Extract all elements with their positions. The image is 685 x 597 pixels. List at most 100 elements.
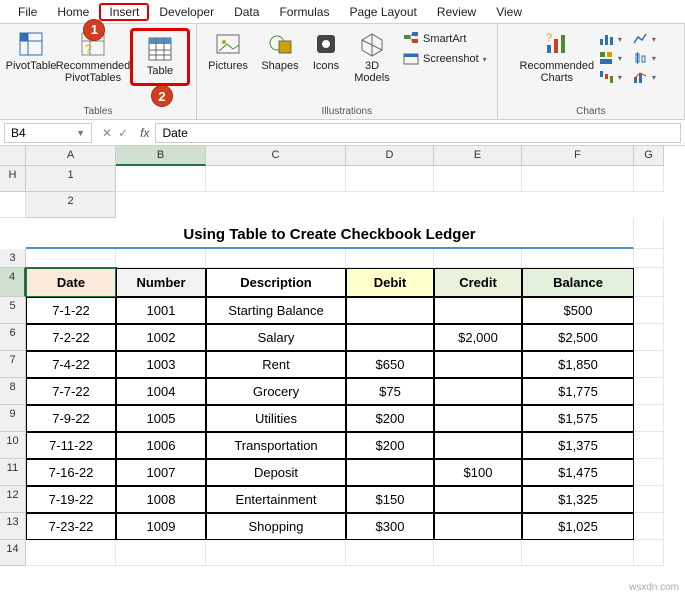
header-description[interactable]: Description bbox=[206, 268, 346, 297]
row-header-5[interactable]: 5 bbox=[0, 297, 26, 324]
cell-date[interactable]: 7-19-22 bbox=[26, 486, 116, 513]
cell-date[interactable]: 7-1-22 bbox=[26, 297, 116, 324]
cell-description[interactable]: Shopping bbox=[206, 513, 346, 540]
col-header-G[interactable]: G bbox=[634, 146, 664, 166]
cell[interactable] bbox=[634, 459, 664, 486]
cell-date[interactable]: 7-9-22 bbox=[26, 405, 116, 432]
col-header-C[interactable]: C bbox=[206, 146, 346, 166]
cell-credit[interactable] bbox=[434, 405, 522, 432]
cell-number[interactable]: 1007 bbox=[116, 459, 206, 486]
cell[interactable] bbox=[522, 166, 634, 192]
line-chart-button[interactable]: ▾ bbox=[628, 30, 660, 48]
cell[interactable] bbox=[522, 249, 634, 268]
smartart-button[interactable]: SmartArt bbox=[399, 30, 491, 48]
cell[interactable] bbox=[634, 540, 664, 566]
col-header-F[interactable]: F bbox=[522, 146, 634, 166]
waterfall-chart-button[interactable]: ▾ bbox=[594, 68, 626, 86]
cell[interactable] bbox=[346, 540, 434, 566]
header-date[interactable]: Date bbox=[26, 268, 116, 297]
cell-number[interactable]: 1004 bbox=[116, 378, 206, 405]
cell-balance[interactable]: $2,500 bbox=[522, 324, 634, 351]
pivot-table-button[interactable]: PivotTable bbox=[6, 28, 56, 86]
cell-credit[interactable] bbox=[434, 297, 522, 324]
cell-credit[interactable] bbox=[434, 486, 522, 513]
cell[interactable] bbox=[26, 540, 116, 566]
row-header-13[interactable]: 13 bbox=[0, 513, 26, 540]
cell[interactable] bbox=[634, 351, 664, 378]
cell[interactable] bbox=[522, 540, 634, 566]
cell-number[interactable]: 1001 bbox=[116, 297, 206, 324]
cell[interactable] bbox=[634, 249, 664, 268]
cell[interactable] bbox=[26, 249, 116, 268]
cell[interactable] bbox=[634, 166, 664, 192]
cell-number[interactable]: 1002 bbox=[116, 324, 206, 351]
cell[interactable] bbox=[434, 166, 522, 192]
cell[interactable] bbox=[0, 192, 26, 218]
row-header-7[interactable]: 7 bbox=[0, 351, 26, 378]
cell[interactable] bbox=[634, 268, 664, 297]
col-header-H[interactable]: H bbox=[0, 166, 26, 192]
cell-credit[interactable] bbox=[434, 351, 522, 378]
combo-chart-button[interactable]: ▾ bbox=[628, 68, 660, 86]
statistic-chart-button[interactable]: ▾ bbox=[628, 49, 660, 67]
cell-balance[interactable]: $1,775 bbox=[522, 378, 634, 405]
cell[interactable] bbox=[116, 166, 206, 192]
cell[interactable] bbox=[434, 249, 522, 268]
header-balance[interactable]: Balance bbox=[522, 268, 634, 297]
row-header-10[interactable]: 10 bbox=[0, 432, 26, 459]
menu-view[interactable]: View bbox=[486, 3, 532, 21]
menu-formulas[interactable]: Formulas bbox=[269, 3, 339, 21]
row-header-2[interactable]: 2 bbox=[26, 192, 116, 218]
cell-number[interactable]: 1003 bbox=[116, 351, 206, 378]
icons-button[interactable]: Icons bbox=[307, 28, 345, 74]
dropdown-icon[interactable]: ▼ bbox=[76, 128, 85, 138]
cell-debit[interactable]: $300 bbox=[346, 513, 434, 540]
cell-description[interactable]: Entertainment bbox=[206, 486, 346, 513]
col-header-D[interactable]: D bbox=[346, 146, 434, 166]
select-all-corner[interactable] bbox=[0, 146, 26, 166]
cell[interactable] bbox=[634, 324, 664, 351]
cell-number[interactable]: 1005 bbox=[116, 405, 206, 432]
hierarchy-chart-button[interactable]: ▾ bbox=[594, 49, 626, 67]
cell-description[interactable]: Grocery bbox=[206, 378, 346, 405]
cell[interactable] bbox=[206, 166, 346, 192]
row-header-3[interactable]: 3 bbox=[0, 249, 26, 268]
cell[interactable] bbox=[206, 540, 346, 566]
cell-number[interactable]: 1006 bbox=[116, 432, 206, 459]
menu-file[interactable]: File bbox=[8, 3, 47, 21]
col-header-A[interactable]: A bbox=[26, 146, 116, 166]
row-header-12[interactable]: 12 bbox=[0, 486, 26, 513]
cell-date[interactable]: 7-16-22 bbox=[26, 459, 116, 486]
cell-number[interactable]: 1008 bbox=[116, 486, 206, 513]
cell-debit[interactable] bbox=[346, 324, 434, 351]
cell-balance[interactable]: $1,325 bbox=[522, 486, 634, 513]
3d-models-button[interactable]: 3D Models bbox=[347, 28, 397, 86]
cell-date[interactable]: 7-2-22 bbox=[26, 324, 116, 351]
cell[interactable] bbox=[634, 405, 664, 432]
recommended-charts-button[interactable]: ? Recommended Charts bbox=[522, 28, 592, 86]
header-debit[interactable]: Debit bbox=[346, 268, 434, 297]
screenshot-button[interactable]: Screenshot ▾ bbox=[399, 50, 491, 68]
menu-insert[interactable]: Insert 1 bbox=[99, 3, 149, 21]
cancel-icon[interactable]: ✕ bbox=[102, 126, 112, 140]
menu-data[interactable]: Data bbox=[224, 3, 269, 21]
cell[interactable] bbox=[634, 297, 664, 324]
cell-description[interactable]: Salary bbox=[206, 324, 346, 351]
row-header-8[interactable]: 8 bbox=[0, 378, 26, 405]
cell-debit[interactable]: $650 bbox=[346, 351, 434, 378]
cell-description[interactable]: Starting Balance bbox=[206, 297, 346, 324]
cell-credit[interactable] bbox=[434, 378, 522, 405]
col-header-B[interactable]: B bbox=[116, 146, 206, 166]
menu-page-layout[interactable]: Page Layout bbox=[339, 3, 426, 21]
row-header-14[interactable]: 14 bbox=[0, 540, 26, 566]
cell-debit[interactable] bbox=[346, 459, 434, 486]
cell-balance[interactable]: $1,850 bbox=[522, 351, 634, 378]
cell-date[interactable]: 7-4-22 bbox=[26, 351, 116, 378]
cell-debit[interactable]: $75 bbox=[346, 378, 434, 405]
cell-credit[interactable] bbox=[434, 432, 522, 459]
cell[interactable] bbox=[634, 218, 664, 249]
row-header-9[interactable]: 9 bbox=[0, 405, 26, 432]
cell[interactable] bbox=[634, 432, 664, 459]
spreadsheet-grid[interactable]: ABCDEFGH12Using Table to Create Checkboo… bbox=[0, 146, 685, 566]
name-box[interactable]: B4▼ bbox=[4, 123, 92, 143]
